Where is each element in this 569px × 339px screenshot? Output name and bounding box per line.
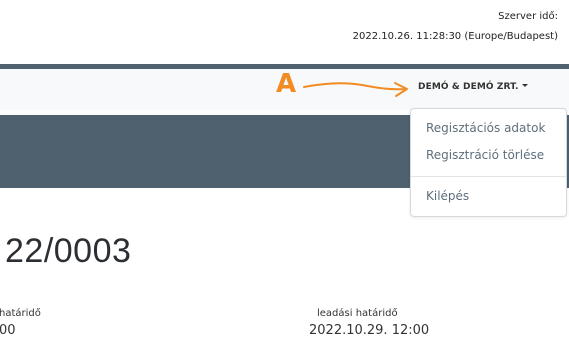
field-value-deadline: 00 <box>0 323 16 338</box>
chevron-down-icon <box>521 84 528 87</box>
menu-item-registration-data[interactable]: Regisztációs adatok <box>426 121 545 135</box>
user-menu-toggle[interactable]: DEMÓ & DEMÓ ZRT. <box>418 82 528 92</box>
page-title: 22/0003 <box>5 232 132 270</box>
user-dropdown-menu: Regisztációs adatok Regisztráció törlése… <box>410 108 567 217</box>
annotation-arrow-icon <box>303 82 408 97</box>
field-label-submission-deadline: leadási határidő <box>317 308 398 319</box>
menu-divider <box>411 176 566 177</box>
field-value-submission-deadline: 2022.10.29. 12:00 <box>309 323 430 338</box>
server-time-label: Szerver idő: <box>498 11 558 22</box>
user-menu-label: DEMÓ & DEMÓ ZRT. <box>418 82 519 92</box>
annotation-letter: A <box>276 69 297 99</box>
menu-item-logout[interactable]: Kilépés <box>426 189 469 203</box>
server-time-value: 2022.10.26. 11:28:30 (Europe/Budapest) <box>352 31 558 42</box>
field-label-deadline: határidő <box>0 308 41 319</box>
menu-item-delete-registration[interactable]: Regisztráció törlése <box>426 148 544 162</box>
server-time: Szerver idő: 2022.10.26. 11:28:30 (Europ… <box>353 7 558 47</box>
